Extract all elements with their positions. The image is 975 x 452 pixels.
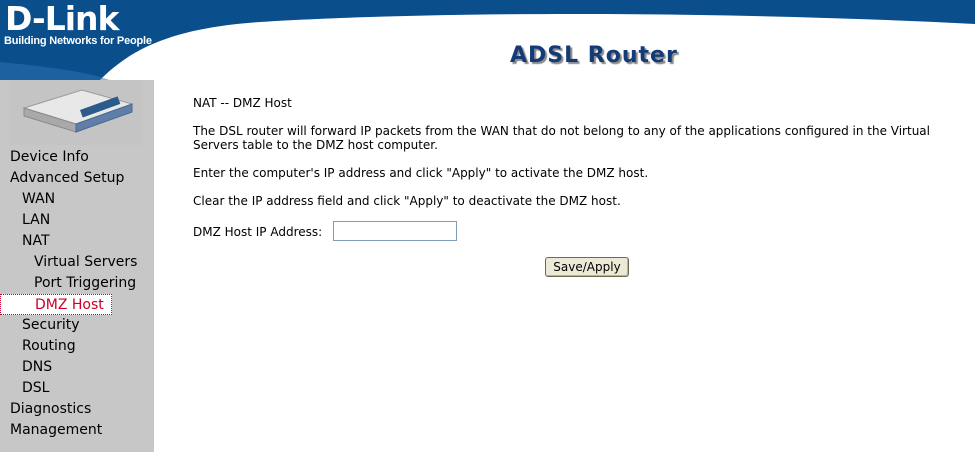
product-title: ADSL Router — [510, 43, 678, 68]
sidebar-item-dmz-host[interactable]: DMZ Host — [0, 294, 112, 315]
sidebar-item-lan[interactable]: LAN — [0, 210, 154, 231]
page-title: NAT -- DMZ Host — [193, 96, 292, 110]
router-image — [10, 80, 142, 145]
sidebar-item-port-triggering[interactable]: Port Triggering — [0, 273, 154, 294]
sidebar-item-device-info[interactable]: Device Info — [0, 147, 154, 168]
sidebar-item-advanced-setup[interactable]: Advanced Setup — [0, 168, 154, 189]
sidebar-item-wan[interactable]: WAN — [0, 189, 154, 210]
dmz-host-ip-label: DMZ Host IP Address: — [193, 225, 323, 239]
sidebar-item-diagnostics[interactable]: Diagnostics — [0, 399, 154, 420]
instruction-deactivate: Clear the IP address field and click "Ap… — [193, 194, 621, 208]
instruction-activate: Enter the computer's IP address and clic… — [193, 166, 649, 180]
dlink-logo: D-Link — [5, 0, 119, 38]
sidebar-item-security[interactable]: Security — [0, 315, 154, 336]
sidebar-item-dns[interactable]: DNS — [0, 357, 154, 378]
sidebar: Device Info Advanced Setup WAN LAN NAT Virtua… — [0, 80, 154, 452]
sidebar-item-nat[interactable]: NAT — [0, 231, 154, 252]
dmz-host-ip-input[interactable] — [333, 221, 457, 241]
sidebar-item-virtual-servers[interactable]: Virtual Servers — [0, 252, 154, 273]
sidebar-item-management[interactable]: Management — [0, 420, 154, 441]
header-banner: D-Link Building Networks for People ADSL… — [0, 0, 975, 80]
sidebar-item-routing[interactable]: Routing — [0, 336, 154, 357]
logo-tagline: Building Networks for People — [4, 35, 152, 47]
description-text: The DSL router will forward IP packets f… — [193, 124, 930, 152]
save-apply-button[interactable]: Save/Apply — [545, 257, 629, 277]
sidebar-item-dsl[interactable]: DSL — [0, 378, 154, 399]
